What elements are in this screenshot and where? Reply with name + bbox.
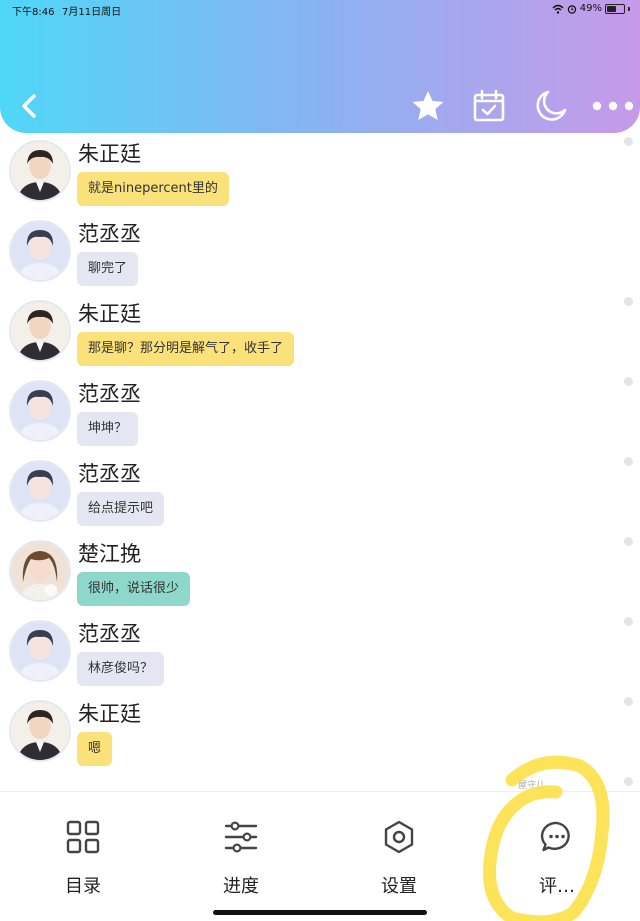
- message-sender: 范丞丞: [78, 222, 141, 246]
- tab-label: 设置: [381, 876, 417, 897]
- chat-message: 范丞丞 聊完了: [0, 213, 640, 306]
- tab-label: 评…: [539, 876, 575, 897]
- message-bubble[interactable]: 那是聊？那分明是解气了，收手了: [77, 332, 295, 366]
- wifi-icon: [552, 4, 564, 14]
- scroll-dot: [624, 137, 633, 146]
- avatar[interactable]: [9, 220, 71, 282]
- chat-message: 朱正廷 嗯: [0, 693, 640, 773]
- faded-caption: 屋守儿: [518, 781, 546, 791]
- message-bubble[interactable]: 聊完了: [77, 252, 139, 286]
- battery-tip: [628, 6, 630, 11]
- scroll-dot: [624, 377, 633, 386]
- scroll-dot: [624, 697, 633, 706]
- moon-icon[interactable]: [531, 86, 571, 126]
- avatar[interactable]: [9, 700, 71, 762]
- more-icon[interactable]: [591, 86, 635, 126]
- message-bubble[interactable]: 坤坤？: [77, 412, 139, 446]
- battery-percent: 49%: [579, 3, 602, 14]
- avatar[interactable]: [9, 140, 71, 202]
- message-sender: 范丞丞: [78, 382, 141, 406]
- tab-settings[interactable]: 设置: [339, 792, 459, 921]
- message-bubble[interactable]: 很帅，说话很少: [77, 572, 191, 606]
- battery-fill: [607, 5, 616, 12]
- tab-catalog[interactable]: 目录: [23, 792, 143, 921]
- scroll-dot: [624, 537, 633, 546]
- chat-message: 楚江挽 很帅，说话很少: [0, 533, 640, 613]
- tab-progress[interactable]: 进度: [181, 792, 301, 921]
- status-time: 下午8:46: [12, 7, 55, 18]
- message-sender: 朱正廷: [78, 142, 141, 166]
- avatar[interactable]: [9, 460, 71, 522]
- scroll-dot: [624, 777, 633, 786]
- message-sender: 朱正廷: [78, 702, 141, 726]
- bottom-tab-bar: 目录 进度 设置 评…: [0, 791, 640, 921]
- scroll-dot: [624, 297, 633, 306]
- chat-feed[interactable]: 朱正廷 就是ninepercent里的 范丞丞 聊完了 朱正廷 那是聊？那分明是…: [0, 133, 640, 791]
- message-bubble[interactable]: 林彦俊吗？: [77, 652, 165, 686]
- message-sender: 范丞丞: [78, 622, 141, 646]
- tab-label: 进度: [223, 876, 259, 897]
- comment-icon: [540, 821, 570, 852]
- chat-message: 范丞丞 林彦俊吗？: [0, 613, 640, 693]
- scroll-dot: [624, 617, 633, 626]
- battery-icon: [605, 3, 625, 14]
- message-bubble[interactable]: 嗯: [77, 732, 113, 766]
- grid-icon: [66, 820, 100, 854]
- calendar-check-icon[interactable]: [469, 86, 509, 126]
- status-date: 7月11日周日: [62, 7, 122, 18]
- sliders-icon: [224, 821, 258, 853]
- chat-message: 朱正廷 那是聊？那分明是解气了，收手了: [0, 293, 640, 373]
- message-bubble[interactable]: 就是ninepercent里的: [77, 172, 229, 206]
- status-right: 49%: [552, 3, 630, 14]
- status-bar: 下午8:46 7月11日周日 49%: [0, 0, 640, 20]
- chat-message: 朱正廷 就是ninepercent里的: [0, 133, 640, 213]
- message-bubble[interactable]: 给点提示吧: [77, 492, 165, 526]
- tab-comments[interactable]: 评…: [497, 792, 617, 921]
- avatar[interactable]: [9, 380, 71, 442]
- scroll-dot: [624, 457, 633, 466]
- message-sender: 朱正廷: [78, 302, 141, 326]
- message-sender: 楚江挽: [78, 542, 141, 566]
- gear-icon: [384, 820, 414, 854]
- alarm-icon: [567, 4, 576, 14]
- avatar[interactable]: [9, 620, 71, 682]
- header-bar: 下午8:46 7月11日周日 49%: [0, 0, 640, 133]
- home-indicator: [213, 910, 427, 915]
- avatar[interactable]: [9, 540, 71, 602]
- avatar[interactable]: [9, 300, 71, 362]
- message-sender: 范丞丞: [78, 462, 141, 486]
- chat-message: 范丞丞 坤坤？: [0, 373, 640, 453]
- star-icon[interactable]: [408, 86, 448, 126]
- back-icon[interactable]: [10, 86, 50, 126]
- chat-message: 范丞丞 给点提示吧: [0, 453, 640, 533]
- tab-label: 目录: [65, 876, 101, 897]
